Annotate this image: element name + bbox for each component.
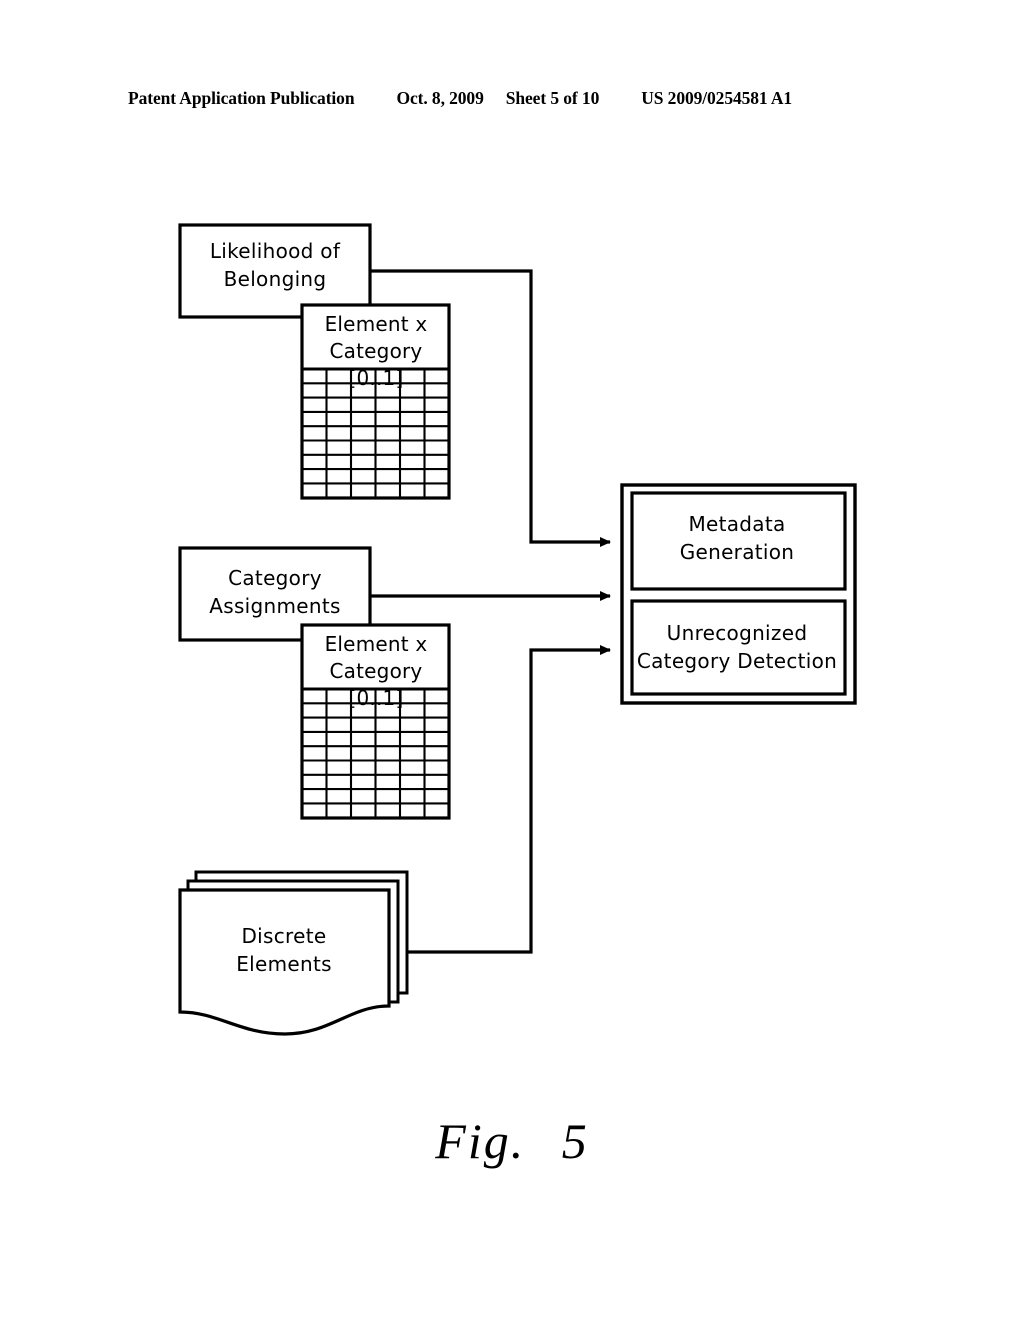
table-likelihood-matrix [300, 303, 451, 500]
figure-caption: Fig. 5 [0, 1112, 1024, 1170]
box-likelihood-of-belonging [178, 223, 372, 319]
figure-caption-word: Fig. [435, 1113, 526, 1169]
table-category-assignment-matrix [300, 623, 451, 820]
figure-caption-number: 5 [561, 1113, 589, 1169]
box-metadata-generation [630, 491, 847, 591]
stack-discrete-elements [178, 870, 409, 1036]
box-unrecognized-category-detection [630, 599, 847, 696]
discrete-elements-sheet-front [178, 888, 391, 1036]
